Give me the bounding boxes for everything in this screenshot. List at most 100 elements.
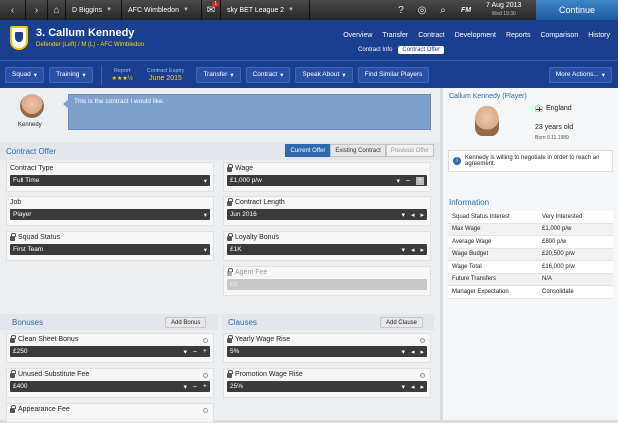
negotiation-note: i Kennedy is willing to negotiate in ord…	[448, 150, 613, 172]
chevron-down-icon[interactable]: ▾	[396, 177, 400, 185]
add-bonus-button[interactable]: Add Bonus	[165, 317, 207, 328]
nav-reports[interactable]: Reports	[506, 32, 531, 39]
plus-icon[interactable]: +	[203, 348, 207, 356]
arrow-left-icon[interactable]: ◂	[411, 383, 415, 391]
nav-comparison[interactable]: Comparison	[540, 32, 578, 39]
player-card-title[interactable]: Callum Kennedy (Player)	[449, 93, 527, 100]
fm-menu-button[interactable]: FM	[452, 0, 480, 20]
england-flag-icon	[535, 106, 543, 112]
chevron-down-icon[interactable]: ▾	[401, 211, 405, 219]
remove-icon[interactable]	[203, 373, 208, 378]
player-short-name: Kennedy	[18, 122, 42, 128]
club-menu[interactable]: AFC Wimbledon ▼	[122, 0, 202, 20]
squad-button[interactable]: Squad ▾	[5, 66, 45, 83]
add-clause-button[interactable]: Add Clause	[380, 317, 424, 328]
remove-icon[interactable]	[203, 408, 208, 413]
training-button[interactable]: Training ▾	[49, 66, 93, 83]
wage-label-row: Wage	[227, 164, 427, 172]
info-value: £800 p/w	[542, 238, 567, 245]
chevron-down-icon[interactable]: ▾	[183, 383, 187, 391]
contract-button[interactable]: Contract ▾	[245, 66, 291, 83]
yearly-wage-rise-stepper[interactable]: 5% ▾ ◂ ▸	[227, 346, 427, 357]
help-button[interactable]: ?	[392, 0, 410, 20]
search-button[interactable]: ⌕	[434, 0, 452, 20]
squad-status-select[interactable]: First Team ▾	[10, 244, 210, 255]
manager-name: D Biggins	[72, 6, 102, 14]
minus-icon[interactable]: –	[193, 383, 197, 391]
subtab-contract-offer[interactable]: Contract Offer	[398, 46, 444, 54]
chevron-down-icon[interactable]: ▾	[401, 383, 405, 391]
promotion-wage-rise-stepper[interactable]: 25% ▾ ◂ ▸	[227, 381, 427, 392]
player-position-club: Defender (Left) / M (L) - AFC Wimbledon	[36, 42, 145, 48]
wage-value: £1,000 p/w	[230, 177, 262, 184]
lock-icon	[10, 370, 16, 378]
offer-tabs: Current Offer Existing Contract Previous…	[285, 144, 434, 157]
job-select[interactable]: Player ▾	[10, 209, 210, 220]
nav-contract[interactable]: Contract	[418, 32, 444, 39]
info-value: £1,000 p/w	[542, 226, 572, 233]
remove-icon[interactable]	[420, 373, 425, 378]
continue-button[interactable]: Continue	[536, 0, 618, 20]
chevron-down-icon: ▾	[203, 211, 207, 219]
loyalty-bonus-stepper[interactable]: £1K ▾ ◂ ▸	[227, 244, 427, 255]
back-button[interactable]: ‹	[0, 0, 26, 20]
home-button[interactable]: ⌂	[48, 0, 66, 20]
tab-current-offer[interactable]: Current Offer	[285, 144, 331, 157]
unused-sub-stepper[interactable]: £400 ▾ – +	[10, 381, 210, 392]
arrow-right-icon[interactable]: ▸	[420, 246, 424, 254]
agent-fee-label: Agent Fee	[235, 269, 268, 276]
wage-stepper[interactable]: £1,000 p/w ▾ – +	[227, 175, 427, 186]
find-similar-button[interactable]: Find Similar Players	[357, 66, 430, 83]
subtab-contract-info[interactable]: Contract Info	[354, 46, 396, 54]
arrow-right-icon[interactable]: ▸	[420, 211, 424, 219]
world-button[interactable]: ◎	[410, 0, 434, 20]
player-birthdate: Born 9.11.1989	[535, 135, 569, 141]
contract-type-value: Full Time	[13, 177, 40, 184]
report-info[interactable]: Report ★★★½	[112, 67, 133, 83]
clean-sheet-stepper[interactable]: £250 ▾ – +	[10, 346, 210, 357]
clean-sheet-bonus-field: Clean Sheet Bonus £250 ▾ – +	[6, 333, 214, 363]
contract-length-stepper[interactable]: Jun 2016 ▾ ◂ ▸	[227, 209, 427, 220]
promotion-wage-label-row: Promotion Wage Rise	[227, 370, 427, 378]
info-value: Very Interested	[542, 213, 583, 220]
speak-about-button[interactable]: Speak About ▾	[295, 66, 353, 83]
league-menu[interactable]: sky BET League 2 ▼	[220, 0, 310, 20]
tab-previous-offer: Previous Offer	[385, 144, 434, 157]
tab-existing-contract[interactable]: Existing Contract	[330, 144, 386, 157]
more-actions-button[interactable]: More Actions... ▾	[548, 66, 612, 83]
nav-development[interactable]: Development	[455, 32, 496, 39]
club-crest-icon	[10, 26, 28, 50]
arrow-left-icon[interactable]: ◂	[411, 246, 415, 254]
arrow-right-icon[interactable]: ▸	[420, 348, 424, 356]
notification-badge: 1	[212, 1, 219, 7]
forward-button[interactable]: ›	[26, 0, 48, 20]
divider	[100, 64, 102, 85]
lock-icon	[227, 164, 233, 172]
minus-icon[interactable]: –	[193, 348, 197, 356]
inbox-button[interactable]: ✉ 1	[202, 0, 220, 20]
arrow-left-icon[interactable]: ◂	[411, 348, 415, 356]
lock-icon	[227, 198, 233, 206]
plus-icon[interactable]: +	[203, 383, 207, 391]
contract-label: Contract	[252, 71, 278, 78]
remove-icon[interactable]	[420, 338, 425, 343]
arrow-right-icon[interactable]: ▸	[420, 383, 424, 391]
contract-type-select[interactable]: Full Time ▾	[10, 175, 210, 186]
info-value: £16,000 p/w	[542, 263, 575, 270]
contract-length-field: Contract Length Jun 2016 ▾ ◂ ▸	[223, 196, 431, 226]
chevron-down-icon[interactable]: ▾	[401, 246, 405, 254]
nav-transfer[interactable]: Transfer	[382, 32, 408, 39]
minus-icon[interactable]: –	[406, 177, 410, 185]
clean-sheet-label-row: Clean Sheet Bonus	[10, 335, 210, 343]
chevron-down-icon[interactable]: ▾	[401, 348, 405, 356]
remove-icon[interactable]	[203, 338, 208, 343]
transfer-button[interactable]: Transfer ▾	[196, 66, 241, 83]
arrow-left-icon[interactable]: ◂	[411, 211, 415, 219]
plus-icon[interactable]: +	[415, 176, 424, 185]
negotiation-note-text: Kennedy is willing to negotiate in order…	[465, 155, 600, 167]
manager-menu[interactable]: D Biggins ▼	[66, 0, 122, 20]
chevron-down-icon[interactable]: ▾	[183, 348, 187, 356]
nav-overview[interactable]: Overview	[343, 32, 372, 39]
nav-history[interactable]: History	[588, 32, 610, 39]
info-key: Future Transfers	[452, 276, 497, 283]
